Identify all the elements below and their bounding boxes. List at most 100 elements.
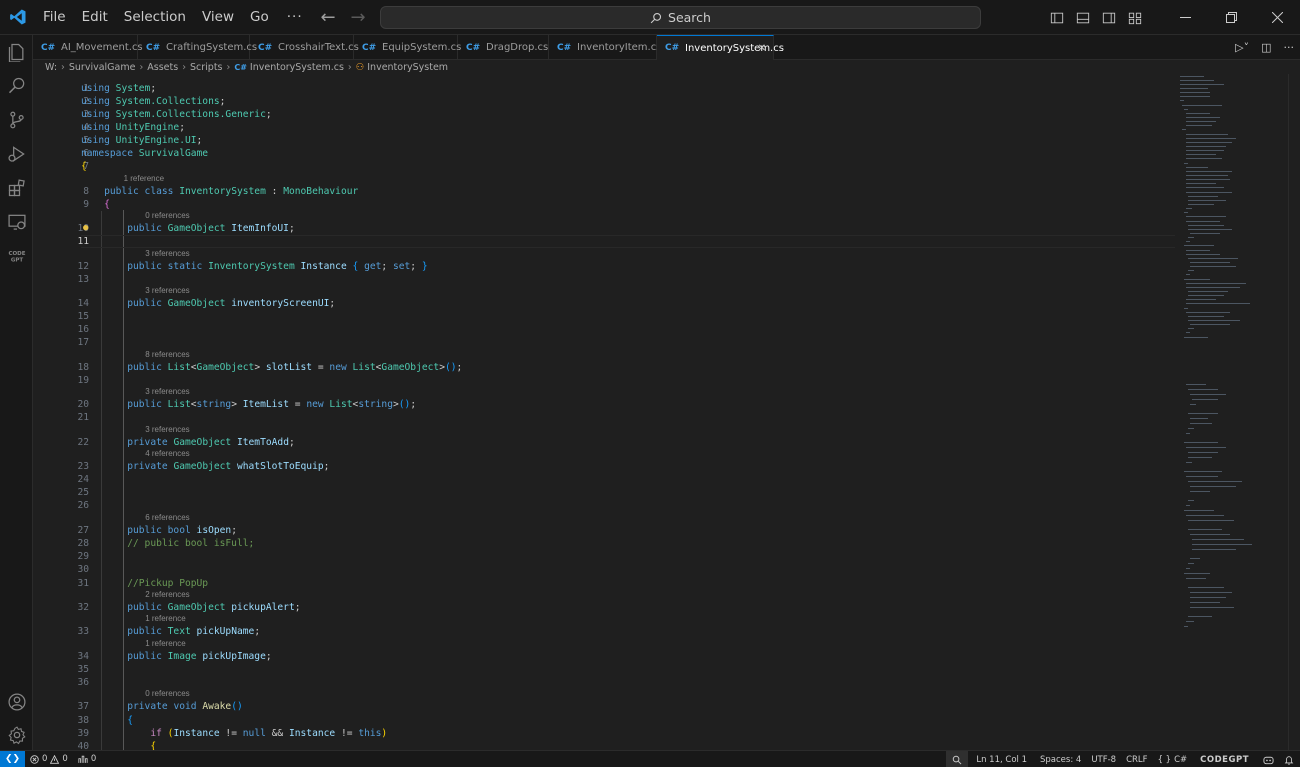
remote-explorer-icon[interactable] <box>0 205 33 239</box>
close-tab-icon[interactable]: ✕ <box>758 43 766 54</box>
menu-item-selection[interactable]: Selection <box>116 0 194 35</box>
code-line: 9 { <box>33 198 1175 211</box>
codelens-references[interactable]: 6 references <box>145 512 189 524</box>
more-actions-icon[interactable]: ··· <box>1284 41 1295 54</box>
minimap[interactable] <box>1178 74 1288 750</box>
explorer-icon[interactable] <box>0 35 33 69</box>
codegpt-icon[interactable]: CODE GPT <box>0 239 33 273</box>
minimap-line <box>1182 105 1222 106</box>
minimap-line <box>1188 529 1222 530</box>
manage-gear-icon[interactable] <box>0 718 33 752</box>
codelens-references[interactable]: 3 references <box>145 285 189 297</box>
breadcrumb-segment[interactable]: InventorySystem.cs <box>250 62 344 73</box>
code-line: 33 public Text pickUpName; <box>33 625 1175 638</box>
code-line: 31 //Pickup PopUp <box>33 577 1175 590</box>
code-token: List <box>167 362 191 373</box>
run-icon[interactable]: ▷˅ <box>1235 41 1249 54</box>
breadcrumb-segment[interactable]: W: <box>45 62 57 73</box>
line-number: 24 <box>77 474 89 485</box>
close-window-button[interactable] <box>1254 0 1300 35</box>
problems-indicator[interactable]: 0 0 <box>25 751 73 767</box>
codelens-references[interactable]: 3 references <box>145 424 189 436</box>
codelens-references[interactable]: 3 references <box>145 386 189 398</box>
code-line: 40 { <box>33 740 1175 750</box>
codelens-references[interactable]: 8 references <box>145 349 189 361</box>
menu-item-edit[interactable]: Edit <box>74 0 116 35</box>
cursor-position[interactable]: Ln 11, Col 1 <box>968 751 1035 767</box>
editor-scrollbar[interactable] <box>1288 74 1300 750</box>
tab-equipsystem[interactable]: C# EquipSystem.cs <box>354 35 461 60</box>
code-token: using <box>81 109 110 120</box>
tab-crosshairtext[interactable]: C# CrosshairText.cs <box>250 35 359 60</box>
back-arrow-icon[interactable]: ← <box>320 7 336 28</box>
ports-indicator[interactable]: 0 <box>73 751 101 767</box>
tab-inventoryitem[interactable]: C# InventoryItem.cs <box>549 35 661 60</box>
search-view-icon[interactable] <box>0 69 33 103</box>
tab-inventorysystem[interactable]: C# InventorySystem.cs ✕ <box>657 35 784 60</box>
accounts-icon[interactable] <box>0 685 33 719</box>
source-control-icon[interactable] <box>0 103 33 137</box>
codelens-references[interactable]: 0 references <box>145 688 189 700</box>
code-token: null <box>242 728 266 739</box>
code-token: ; <box>219 96 226 107</box>
tab-ai_movement[interactable]: C# AI_Movement.cs <box>33 35 143 60</box>
forward-arrow-icon[interactable]: → <box>350 7 366 28</box>
code-token: ) <box>381 728 388 739</box>
encoding[interactable]: UTF-8 <box>1086 751 1121 767</box>
code-line: 14 public GameObject inventoryScreenUI; <box>33 297 1175 310</box>
codelens-references[interactable]: 1 reference <box>145 638 185 650</box>
breadcrumb-segment[interactable]: Scripts <box>190 62 223 73</box>
codegpt-status[interactable]: CODEGPT <box>1192 751 1257 767</box>
notifications-bell-icon[interactable] <box>1280 751 1300 767</box>
breadcrumb-segment[interactable]: SurvivalGame <box>69 62 136 73</box>
codelens-references[interactable]: 1 reference <box>145 613 185 625</box>
command-center-search[interactable]: Search <box>380 6 981 29</box>
code-token: && <box>265 728 289 739</box>
code-line: 39 if (Instance != null && Instance != t… <box>33 727 1175 740</box>
ports-count: 0 <box>90 754 97 764</box>
codelens-references[interactable]: 3 references <box>145 248 189 260</box>
toggle-panel-icon[interactable] <box>1070 0 1096 35</box>
menu-item-view[interactable]: View <box>194 0 242 35</box>
zoom-icon[interactable] <box>946 751 969 767</box>
code-token: ; <box>288 223 295 234</box>
code-editor[interactable]: 1 using System; 2 using System.Collections;… <box>33 74 1175 750</box>
codelens-references[interactable]: 0 references <box>145 210 189 222</box>
remote-indicator-icon[interactable]: ❮❯ <box>0 750 25 767</box>
toggle-primary-sidebar-icon[interactable] <box>1044 0 1070 35</box>
menu-item-go[interactable]: Go <box>242 0 277 35</box>
minimap-line <box>1188 413 1218 414</box>
code-token: ; <box>231 525 237 536</box>
code-token: new <box>329 362 347 373</box>
code-token: MonoBehaviour <box>283 186 359 197</box>
restore-button[interactable] <box>1208 0 1254 35</box>
csharp-file-icon: C# <box>557 42 572 53</box>
customize-layout-icon[interactable] <box>1122 0 1148 35</box>
menu-item-more[interactable]: ··· <box>277 0 313 35</box>
copilot-icon[interactable] <box>1257 751 1280 767</box>
toggle-secondary-sidebar-icon[interactable] <box>1096 0 1122 35</box>
language-mode[interactable]: { } C# <box>1153 751 1193 767</box>
tab-craftingsystem[interactable]: C# CraftingSystem.cs <box>138 35 257 60</box>
run-and-debug-icon[interactable] <box>0 137 33 171</box>
tab-label: CraftingSystem.cs <box>166 42 258 53</box>
codelens-references[interactable]: 1 reference <box>124 173 164 185</box>
code-text: public List<string> ItemList = new List<… <box>81 398 416 411</box>
error-count: 0 <box>42 754 48 764</box>
end-of-line[interactable]: CRLF <box>1121 751 1152 767</box>
menu-item-file[interactable]: File <box>35 0 74 35</box>
tab-dragdrop[interactable]: C# DragDrop.cs <box>458 35 549 60</box>
braces-icon: { } <box>1157 754 1172 765</box>
split-editor-icon[interactable]: ◫ <box>1261 41 1271 54</box>
extensions-icon[interactable] <box>0 171 33 205</box>
minimize-button[interactable] <box>1162 0 1208 35</box>
codelens-references[interactable]: 4 references <box>145 448 189 460</box>
code-token: Instance <box>288 728 336 739</box>
breadcrumb-segment[interactable]: Assets <box>147 62 178 73</box>
code-token: { <box>150 741 157 750</box>
breadcrumb-segment[interactable]: InventorySystem <box>367 62 448 73</box>
codelens-references[interactable]: 2 references <box>145 589 189 601</box>
indentation[interactable]: Spaces: 4 <box>1035 751 1086 767</box>
